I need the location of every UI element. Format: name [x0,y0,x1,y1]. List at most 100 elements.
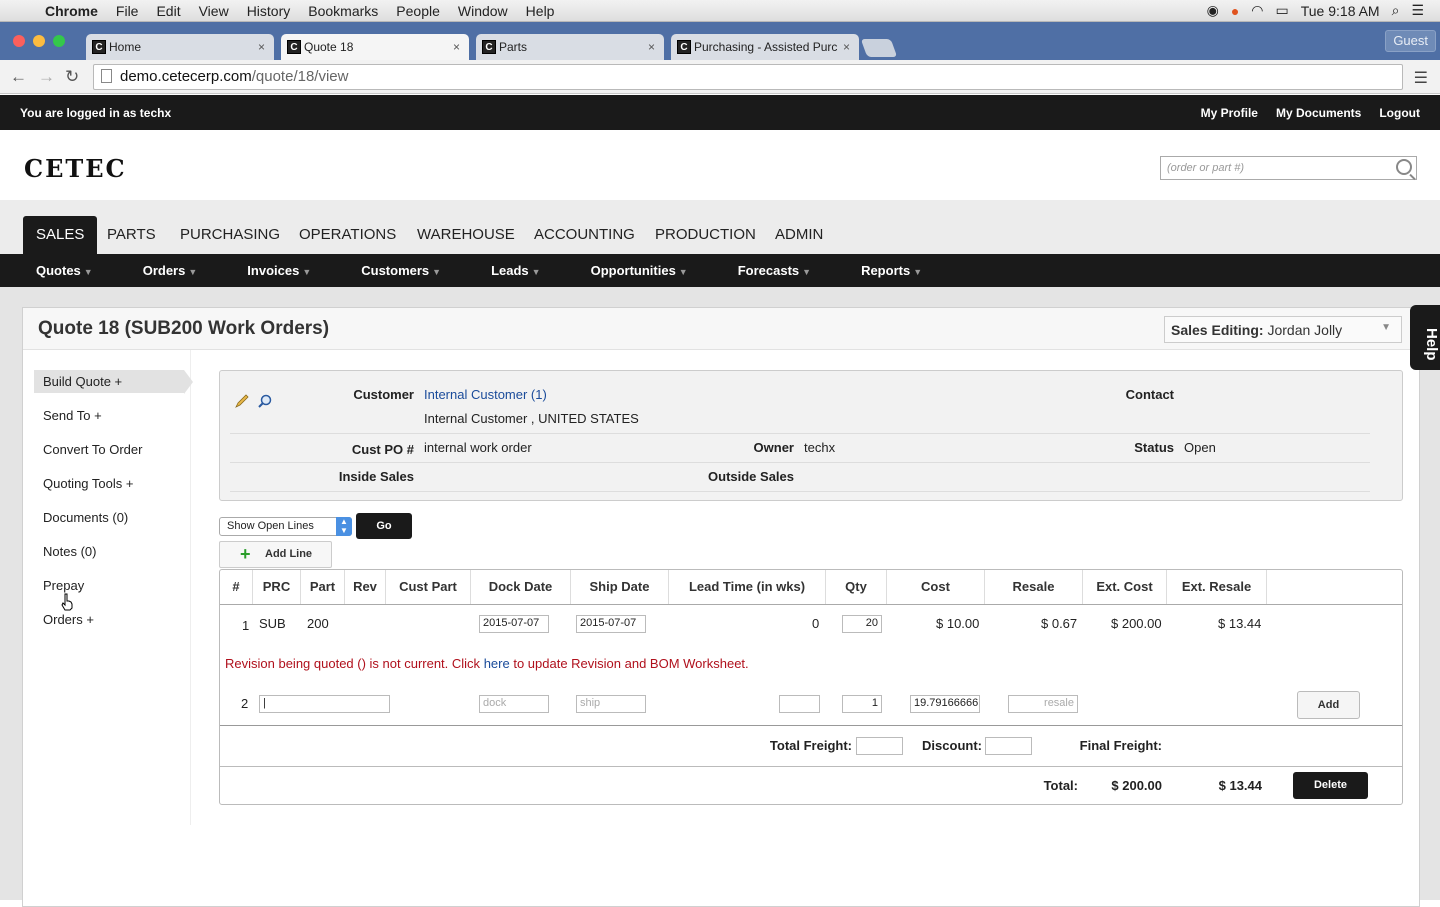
menu-help[interactable]: Help [517,3,564,19]
minimize-window-button[interactable] [33,35,45,47]
update-revision-link[interactable]: here [484,656,510,671]
row1-dock-date-input[interactable]: 2015-07-07 [479,615,549,633]
sidebar-item-send-to[interactable]: Send To + [34,404,184,427]
sales-editing-select[interactable]: Sales Editing: Jordan Jolly ▼ [1164,316,1402,343]
subnav-forecasts[interactable]: Forecasts ▼ [726,263,823,278]
nav-sales[interactable]: SALES [23,216,98,254]
sidebar-item-convert-to-order[interactable]: Convert To Order [34,438,184,461]
row2-qty-input[interactable]: 1 [842,695,882,713]
nav-warehouse[interactable]: WAREHOUSE [404,216,528,254]
help-tab[interactable]: Help [1410,305,1440,370]
go-button[interactable]: Go [356,513,412,539]
row2-dock-input[interactable]: dock [479,695,549,713]
nav-accounting[interactable]: ACCOUNTING [521,216,648,254]
warning-text: to update Revision and BOM Worksheet. [509,656,749,671]
page-icon [101,69,112,83]
zoom-window-button[interactable] [53,35,65,47]
menu-history[interactable]: History [238,3,300,19]
row2-ship-input[interactable]: ship [576,695,646,713]
wifi-icon[interactable]: ◠ [1251,2,1263,19]
row1-prc: SUB [259,616,286,631]
row2-part-input[interactable]: | [259,695,390,713]
sidebar-item-orders[interactable]: Orders + [34,608,184,631]
add-line-label: Add Line [265,548,313,560]
my-documents-link[interactable]: My Documents [1276,106,1361,120]
logout-link[interactable]: Logout [1379,106,1420,120]
magnify-icon[interactable] [257,393,273,409]
nav-production[interactable]: PRODUCTION [642,216,769,254]
chevron-down-icon: ▼ [1381,322,1391,333]
subnav-quotes[interactable]: Quotes ▼ [24,263,105,278]
row2-lead-input[interactable] [779,695,820,713]
menu-view[interactable]: View [190,3,238,19]
sidebar-item-quoting-tools[interactable]: Quoting Tools + [34,472,184,495]
global-search-input[interactable]: (order or part #) [1160,156,1417,180]
chrome-menu-icon[interactable]: ☰ [1414,68,1428,88]
menu-file[interactable]: File [107,3,148,19]
back-icon[interactable]: ← [10,67,27,87]
cetec-logo[interactable]: CETEC [24,154,127,183]
sidebar-item-documents[interactable]: Documents (0) [34,506,184,529]
add-row-button[interactable]: Add [1297,691,1360,719]
delete-button[interactable]: Delete [1293,772,1368,799]
total-freight-label: Total Freight: [769,738,852,753]
cetec-favicon-icon: C [482,40,496,54]
address-bar[interactable]: demo.cetecerp.com/quote/18/view [93,64,1403,90]
add-line-button[interactable]: + Add Line [219,541,332,568]
new-tab-button[interactable] [860,39,898,57]
subnav-orders[interactable]: Orders ▼ [131,263,210,278]
tab-quote-18[interactable]: C Quote 18 × [281,34,469,60]
spotlight-icon[interactable]: ⌕ [1392,2,1400,19]
row2-resale-input[interactable]: resale [1008,695,1078,713]
subnav-opportunities[interactable]: Opportunities ▼ [579,263,700,278]
clock[interactable]: Tue 9:18 AM [1301,3,1380,19]
menu-bookmarks[interactable]: Bookmarks [299,3,387,19]
app-status-icon[interactable]: ● [1231,3,1239,19]
close-tab-icon[interactable]: × [258,40,265,54]
battery-icon[interactable]: ▭ [1276,2,1289,19]
pencil-icon[interactable] [234,393,250,409]
sidebar-item-notes[interactable]: Notes (0) [34,540,184,563]
col-header-rev: Rev [345,570,386,604]
subnav-leads[interactable]: Leads ▼ [479,263,553,278]
row1-ship-date-input[interactable]: 2015-07-07 [576,615,646,633]
row2-cost-input[interactable]: 19.79166666 [910,695,980,713]
sidebar-item-build-quote[interactable]: Build Quote + [34,370,193,394]
tab-purchasing[interactable]: C Purchasing - Assisted Purc × [671,34,859,60]
quote-header: Quote 18 (SUB200 Work Orders) Sales Edit… [23,308,1419,350]
main-nav: SALES PARTS PURCHASING OPERATIONS WAREHO… [0,200,1440,254]
nav-purchasing[interactable]: PURCHASING [167,216,293,254]
nav-operations[interactable]: OPERATIONS [286,216,409,254]
row1-part-link[interactable]: 200 [307,616,329,631]
customer-link[interactable]: Internal Customer (1) [424,387,547,402]
close-window-button[interactable] [13,35,25,47]
total-freight-input[interactable] [856,737,903,755]
discount-input[interactable] [985,737,1032,755]
close-tab-icon[interactable]: × [648,40,655,54]
menu-people[interactable]: People [387,3,449,19]
tab-parts[interactable]: C Parts × [476,34,664,60]
menu-window[interactable]: Window [449,3,517,19]
my-profile-link[interactable]: My Profile [1201,106,1258,120]
row1-num: 1 [242,618,250,633]
close-tab-icon[interactable]: × [453,40,460,54]
line-filter-select[interactable]: Show Open Lines ▲ ▼ [219,517,352,536]
tab-home[interactable]: C Home × [86,34,274,60]
close-tab-icon[interactable]: × [843,40,850,54]
sidebar-item-prepay[interactable]: Prepay [34,574,184,597]
notification-center-icon[interactable]: ☰ [1411,2,1424,19]
nav-parts[interactable]: PARTS [94,216,169,254]
nav-admin[interactable]: ADMIN [762,216,836,254]
subnav-customers[interactable]: Customers ▼ [349,263,453,278]
subnav-reports[interactable]: Reports ▼ [849,263,934,278]
col-header-ext-resale: Ext. Resale [1167,570,1267,604]
record-icon[interactable]: ◉ [1207,2,1219,19]
menu-app-name[interactable]: Chrome [36,3,107,19]
subnav-invoices[interactable]: Invoices ▼ [235,263,323,278]
reload-icon[interactable]: ↻ [65,67,79,87]
forward-icon[interactable]: → [38,67,55,87]
row1-qty-input[interactable]: 20 [842,615,882,633]
search-icon[interactable] [1396,159,1412,175]
guest-profile-button[interactable]: Guest [1385,30,1436,52]
menu-edit[interactable]: Edit [147,3,189,19]
